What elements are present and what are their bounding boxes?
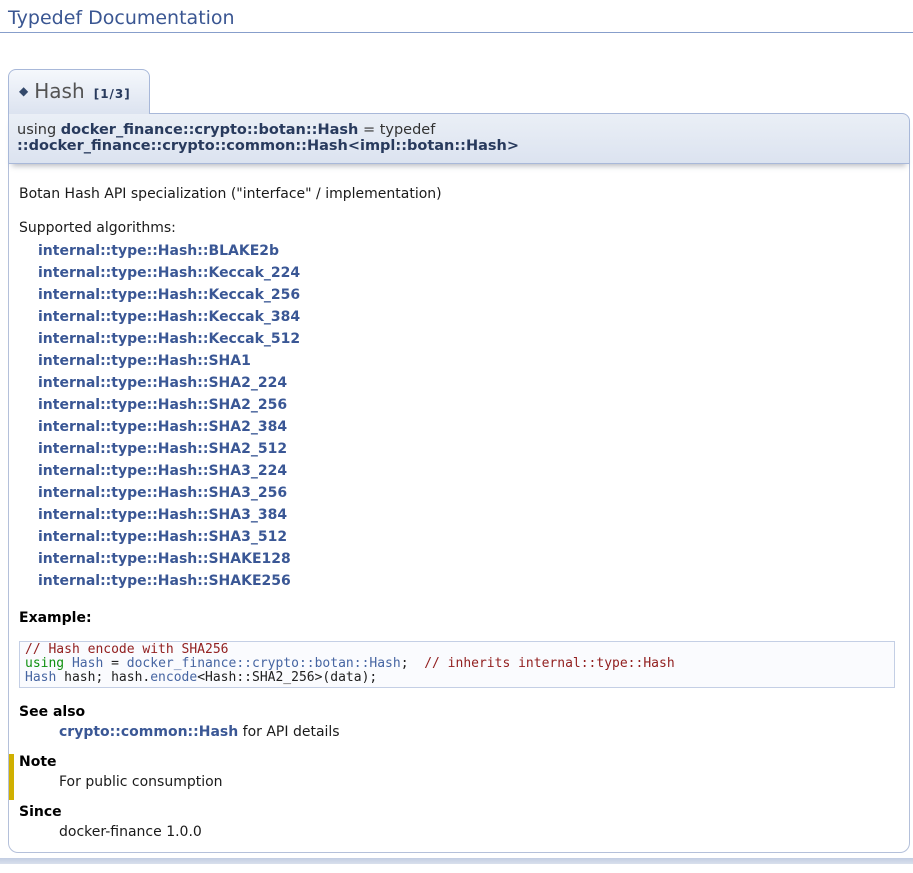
note-text: For public consumption (59, 774, 897, 790)
intro-paragraph: Botan Hash API specialization ("interfac… (19, 186, 897, 202)
proto-equals-typedef: = typedef (358, 122, 435, 138)
algorithm-link[interactable]: internal::type::Hash::SHAKE128 (38, 548, 897, 570)
example-label: Example: (19, 610, 897, 626)
since-label: Since (19, 804, 897, 820)
code-line: Hash hash; hash.encode<Hash::SHA2_256>(d… (25, 671, 889, 685)
since-section: Since docker-finance 1.0.0 (19, 804, 897, 840)
algorithm-link[interactable]: internal::type::Hash::Keccak_512 (38, 328, 897, 350)
member-item: ◆Hash [1/3] using docker_finance::crypto… (8, 69, 910, 853)
code-keyword: using (25, 656, 72, 671)
since-text: docker-finance 1.0.0 (59, 824, 897, 840)
page-title: Typedef Documentation (0, 0, 913, 33)
proto-using-keyword: using (17, 122, 61, 138)
see-also-section: See also crypto::common::Hash for API de… (19, 704, 897, 740)
algorithms-label: Supported algorithms: (19, 220, 897, 236)
algorithm-link[interactable]: internal::type::Hash::SHA2_224 (38, 372, 897, 394)
algorithm-link[interactable]: internal::type::Hash::SHAKE256 (38, 570, 897, 592)
proto-target-type-link[interactable]: ::docker_finance::crypto::common::Hash<i… (17, 138, 519, 154)
algorithm-link[interactable]: internal::type::Hash::SHA3_512 (38, 526, 897, 548)
algorithm-link[interactable]: internal::type::Hash::Keccak_384 (38, 306, 897, 328)
permalink-diamond-icon[interactable]: ◆ (19, 84, 28, 98)
algorithm-link[interactable]: internal::type::Hash::SHA2_256 (38, 394, 897, 416)
see-also-label: See also (19, 704, 897, 720)
algorithm-link[interactable]: internal::type::Hash::SHA1 (38, 350, 897, 372)
code-text: = (103, 656, 126, 671)
code-text: <Hash::SHA2_256>(data); (197, 670, 377, 685)
code-comment: // inherits internal::type::Hash (424, 656, 674, 671)
section-separator-bar (0, 858, 913, 864)
algorithm-link[interactable]: internal::type::Hash::Keccak_224 (38, 262, 897, 284)
member-tab-label: Hash (34, 79, 84, 103)
code-hash-link[interactable]: Hash (72, 656, 103, 671)
code-encode-link[interactable]: encode (150, 670, 197, 685)
algorithm-link[interactable]: internal::type::Hash::SHA3_224 (38, 460, 897, 482)
code-text: hash; hash. (56, 670, 150, 685)
code-block: // Hash encode with SHA256 using Hash = … (19, 641, 895, 688)
member-tab: ◆ Hash [1/3] (8, 69, 150, 114)
member-tab-count: [1/3] (94, 87, 131, 101)
algorithm-link[interactable]: internal::type::Hash::SHA2_384 (38, 416, 897, 438)
code-text: ; (401, 656, 424, 671)
example-section: Example: (19, 610, 897, 626)
code-comment: // Hash encode with SHA256 (25, 642, 229, 657)
code-line: // Hash encode with SHA256 (25, 643, 889, 657)
algorithm-link[interactable]: internal::type::Hash::BLAKE2b (38, 240, 897, 262)
algorithm-link[interactable]: internal::type::Hash::SHA3_384 (38, 504, 897, 526)
code-typedef-link[interactable]: docker_finance::crypto::botan::Hash (127, 656, 401, 671)
note-section: Note For public consumption (9, 754, 897, 800)
note-label: Note (19, 754, 897, 770)
member-prototype: using docker_finance::crypto::botan::Has… (8, 113, 910, 164)
see-also-link[interactable]: crypto::common::Hash (59, 724, 238, 740)
proto-typedef-name-link[interactable]: docker_finance::crypto::botan::Hash (61, 122, 359, 138)
algorithm-link[interactable]: internal::type::Hash::SHA2_512 (38, 438, 897, 460)
code-hash-link[interactable]: Hash (25, 670, 56, 685)
code-line: using Hash = docker_finance::crypto::bot… (25, 657, 889, 671)
member-documentation: Botan Hash API specialization ("interfac… (8, 164, 910, 853)
see-also-content: crypto::common::Hash for API details (59, 724, 897, 740)
see-also-text: for API details (238, 724, 339, 740)
algorithm-list: internal::type::Hash::BLAKE2binternal::t… (38, 240, 897, 592)
algorithm-link[interactable]: internal::type::Hash::Keccak_256 (38, 284, 897, 306)
algorithm-link[interactable]: internal::type::Hash::SHA3_256 (38, 482, 897, 504)
